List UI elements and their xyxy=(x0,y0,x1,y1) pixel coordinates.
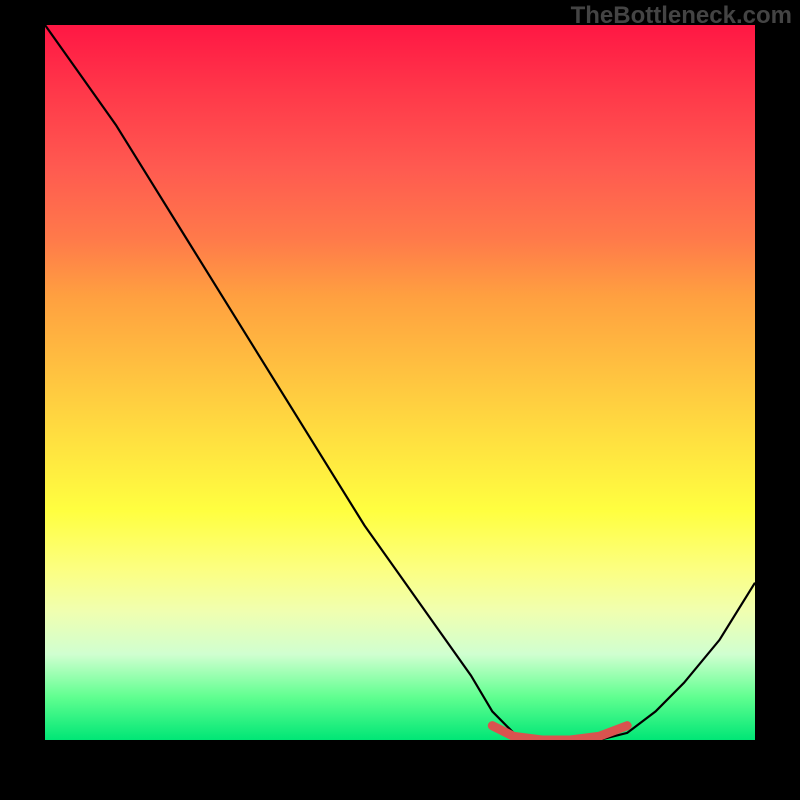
highlight-segment-line xyxy=(492,726,627,740)
chart-plot-area xyxy=(45,25,755,740)
chart-svg xyxy=(45,25,755,740)
watermark-text: TheBottleneck.com xyxy=(571,2,792,30)
bottleneck-curve-line xyxy=(45,25,755,740)
